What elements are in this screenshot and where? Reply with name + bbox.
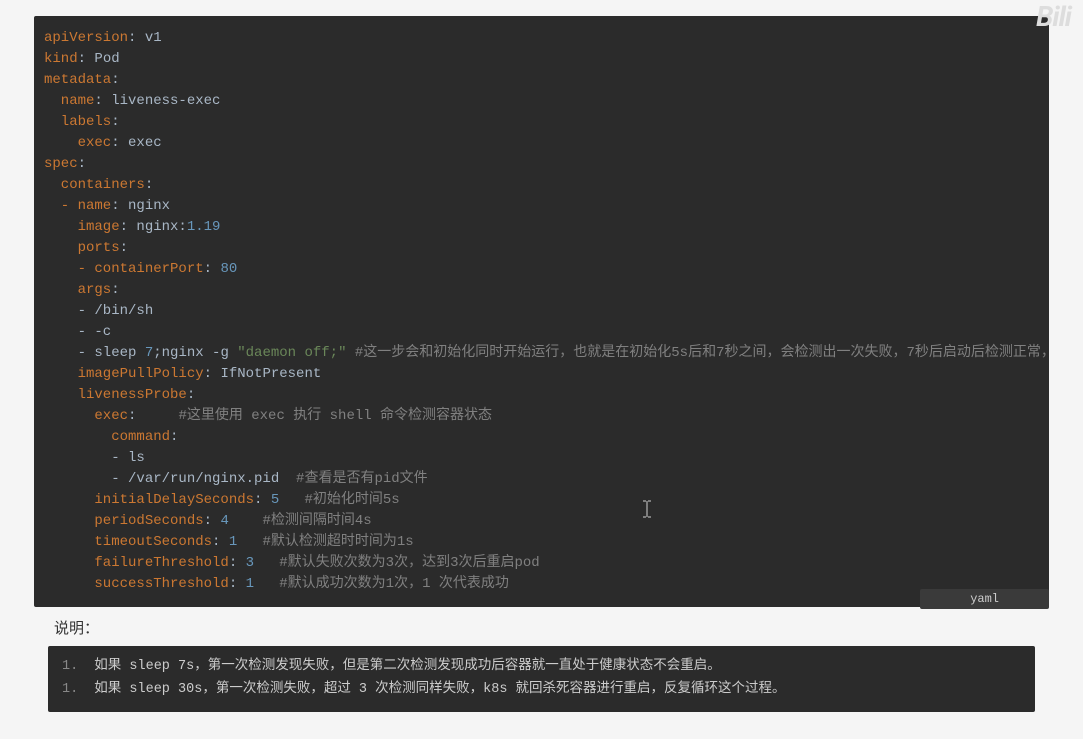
comment: #默认失败次数为3次，达到3次后重启pod — [254, 555, 540, 571]
comment: #查看是否有pid文件 — [296, 471, 428, 487]
yaml-key: - containerPort — [44, 261, 204, 277]
yaml-code-block: apiVersion: v1 kind: Pod metadata: name:… — [34, 16, 1049, 607]
yaml-key: args — [44, 282, 111, 298]
yaml-key: timeoutSeconds — [44, 534, 212, 550]
comment: #这一步会和初始化同时开始运行，也就是在初始化5s后和7秒之间，会检测出一次失败… — [346, 345, 1049, 361]
yaml-key: livenessProbe — [44, 387, 187, 403]
note-line: 1. 如果 sleep 30s，第一次检测失败，超过 3 次检测同样失败，k8s… — [62, 679, 1021, 702]
yaml-key: initialDelaySeconds — [44, 492, 254, 508]
comment: #默认成功次数为1次，1 次代表成功 — [254, 576, 509, 592]
yaml-key: successThreshold — [44, 576, 229, 592]
yaml-key: failureThreshold — [44, 555, 229, 571]
yaml-key: name — [44, 93, 94, 109]
language-badge: yaml — [920, 589, 1049, 609]
note-line: 1. 如果 sleep 7s，第一次检测发现失败，但是第二次检测发现成功后容器就… — [62, 656, 1021, 679]
comment: #这里使用 exec 执行 shell 命令检测容器状态 — [178, 408, 492, 424]
yaml-key: imagePullPolicy — [44, 366, 204, 382]
list-number: 1. — [62, 682, 78, 697]
explain-label: 说明： — [54, 617, 1049, 638]
yaml-key: exec — [44, 408, 128, 424]
watermark-logo: Bili — [1036, 0, 1071, 33]
comment: #初始化时间5s — [279, 492, 399, 508]
yaml-key: containers — [44, 177, 145, 193]
yaml-key: - name — [44, 198, 111, 214]
list-number: 1. — [62, 659, 78, 674]
yaml-key: kind — [44, 51, 78, 67]
yaml-key: spec — [44, 156, 78, 172]
yaml-key: ports — [44, 240, 120, 256]
yaml-key: exec — [44, 135, 111, 151]
notes-block: 1. 如果 sleep 7s，第一次检测发现失败，但是第二次检测发现成功后容器就… — [48, 646, 1035, 712]
yaml-key: labels — [44, 114, 111, 130]
comment: #检测间隔时间4s — [229, 513, 372, 529]
yaml-key: periodSeconds — [44, 513, 204, 529]
comment: #默认检测超时时间为1s — [237, 534, 413, 550]
yaml-key: apiVersion — [44, 30, 128, 46]
explanation-section: yaml 说明： 1. 如果 sleep 7s，第一次检测发现失败，但是第二次检… — [34, 617, 1049, 712]
yaml-key: command — [44, 429, 170, 445]
yaml-key: image — [44, 219, 120, 235]
yaml-key: metadata — [44, 72, 111, 88]
